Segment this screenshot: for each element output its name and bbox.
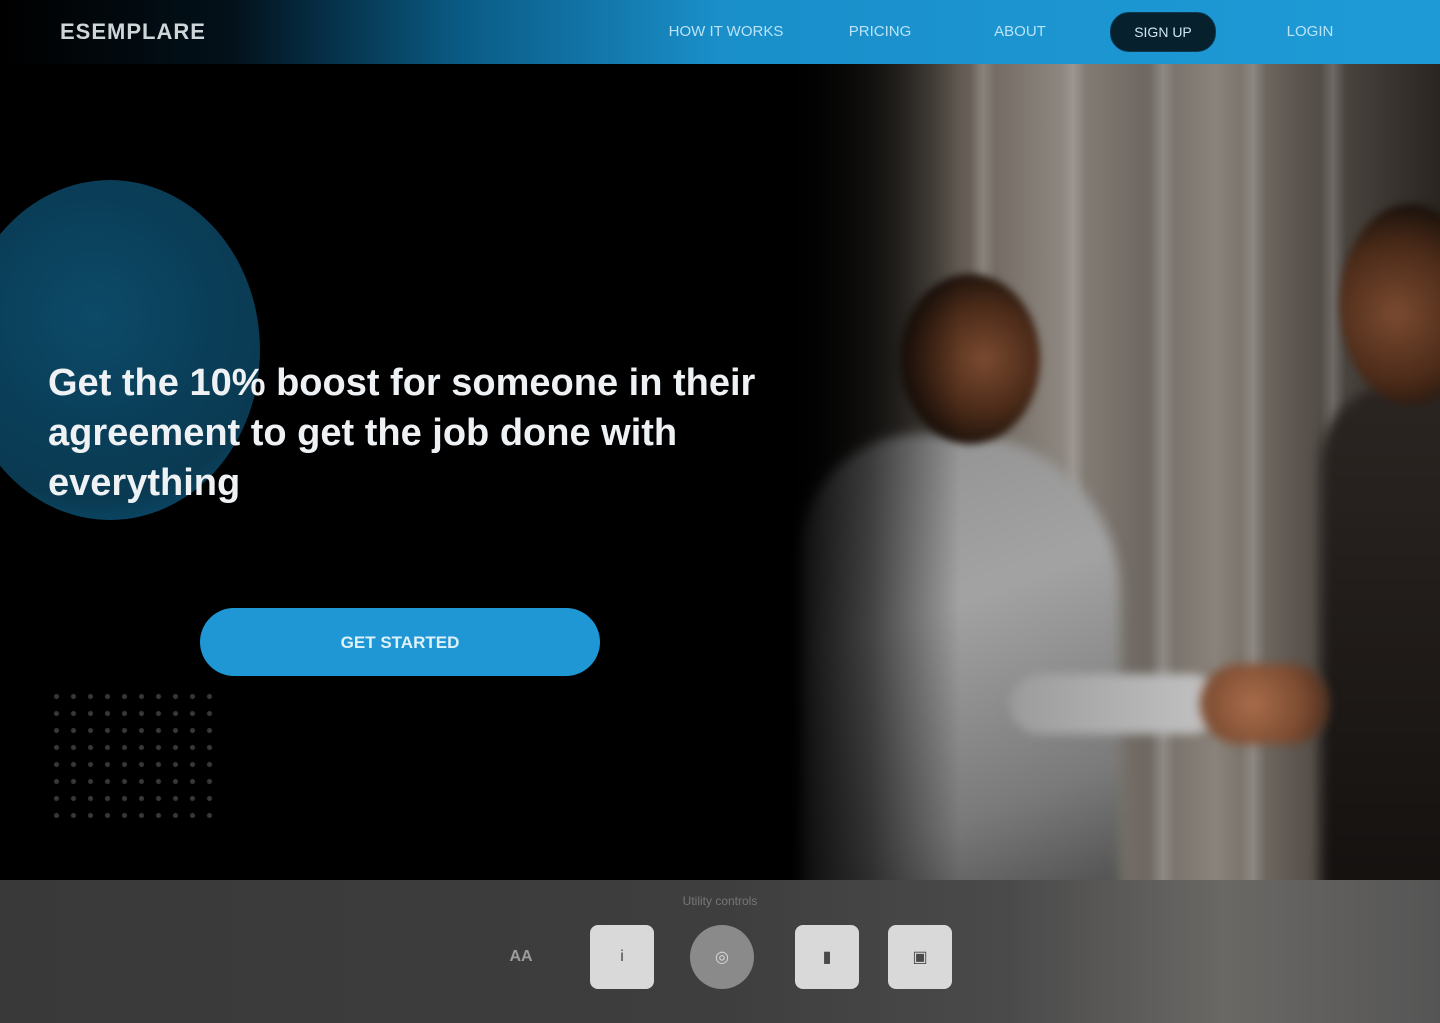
text-size-control[interactable]: AA — [486, 925, 556, 989]
settings-icon[interactable]: ▣ — [888, 925, 952, 989]
site-logo[interactable]: ESEMPLARE — [60, 18, 205, 46]
dot-pattern — [48, 688, 218, 818]
person-right-head — [1340, 204, 1440, 404]
nav-item-about[interactable]: ABOUT — [975, 20, 1065, 44]
handshake — [1200, 664, 1330, 744]
bottom-utility-bar: Utility controls AA i ◎ ▮ ▣ — [0, 880, 1440, 1023]
nav-item-login[interactable]: LOGIN — [1265, 20, 1355, 44]
hero-headline: Get the 10% boost for someone in their a… — [48, 362, 756, 504]
nav-item-pricing[interactable]: PRICING — [830, 20, 930, 44]
get-started-button[interactable]: GET STARTED — [200, 608, 600, 676]
top-navigation-bar: ESEMPLARE HOW IT WORKS PRICING ABOUT SIG… — [0, 0, 1440, 64]
bottom-bar-label: Utility controls — [682, 894, 758, 908]
chat-icon[interactable]: ▮ — [795, 925, 859, 989]
info-icon[interactable]: i — [590, 925, 654, 989]
nav-item-how-it-works[interactable]: HOW IT WORKS — [656, 20, 796, 44]
globe-icon[interactable]: ◎ — [690, 925, 754, 989]
sign-up-button[interactable]: SIGN UP — [1110, 12, 1216, 52]
person-left-arm — [1010, 674, 1220, 734]
